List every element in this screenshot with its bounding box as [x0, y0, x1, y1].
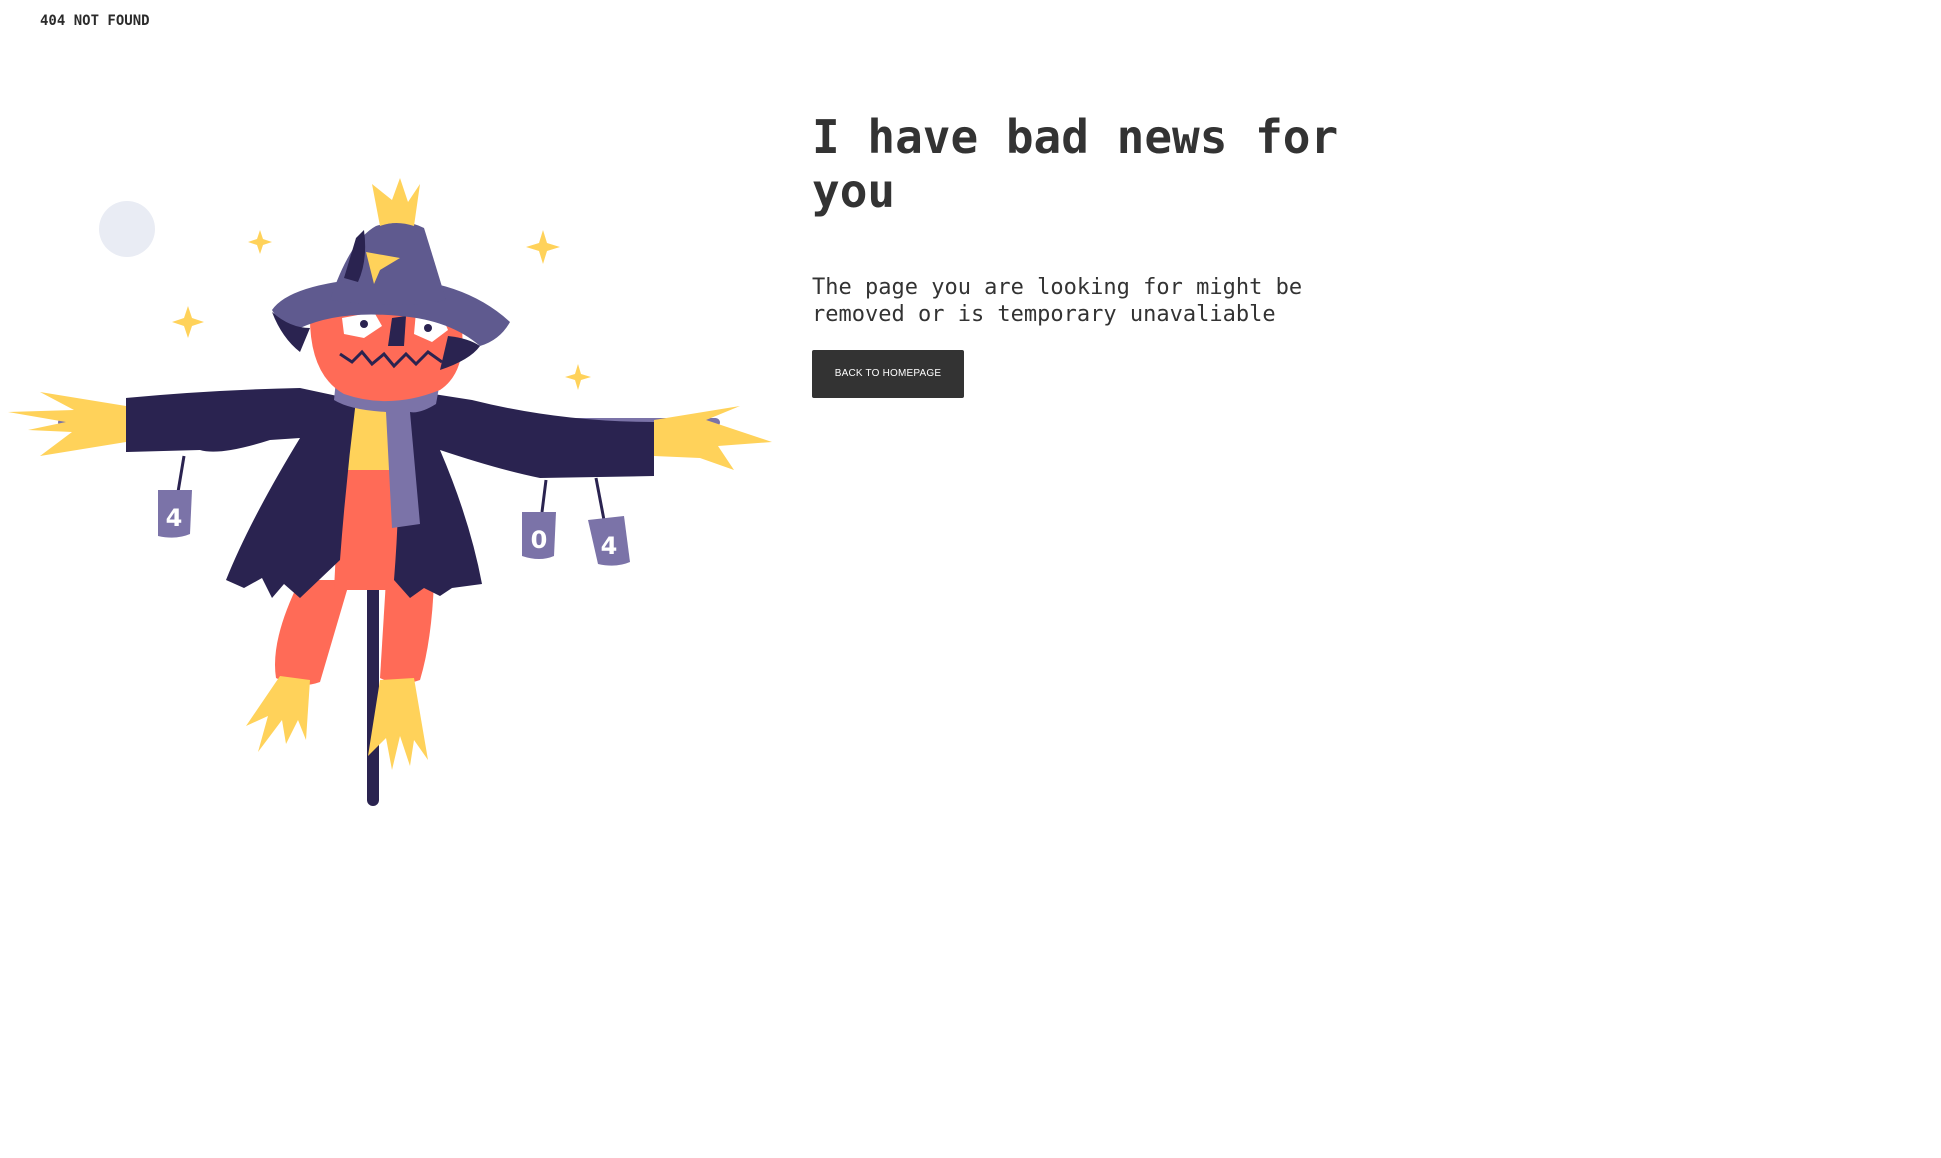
back-to-homepage-button[interactable]: BACK TO HOMEPAGE — [812, 350, 964, 398]
svg-text:0: 0 — [531, 526, 548, 554]
can-middle: 0 — [522, 512, 556, 559]
straw-right — [654, 406, 772, 470]
error-message: The page you are looking for might be re… — [812, 275, 1303, 327]
brand-title: 404 NOT FOUND — [40, 13, 150, 29]
leg-right — [380, 580, 434, 684]
straw-left — [8, 392, 126, 456]
moon-icon — [99, 201, 155, 257]
can-right: 4 — [588, 516, 630, 566]
svg-text:4: 4 — [601, 532, 618, 560]
svg-text:4: 4 — [166, 504, 183, 532]
scarecrow-illustration: 4 0 4 — [8, 178, 772, 806]
sparkle-icon — [526, 230, 560, 264]
leg-left — [275, 580, 350, 686]
coat-right — [394, 390, 654, 598]
page-title: I have bad news for you — [812, 110, 1339, 218]
hat-straw — [372, 178, 420, 226]
sparkle-icon — [565, 364, 591, 390]
can-left: 4 — [158, 490, 192, 538]
content-area: I have bad news for you The page you are… — [812, 110, 1372, 398]
sparkle-icon — [248, 230, 272, 254]
straw-left-foot — [246, 676, 310, 752]
sparkle-icon — [172, 306, 204, 338]
